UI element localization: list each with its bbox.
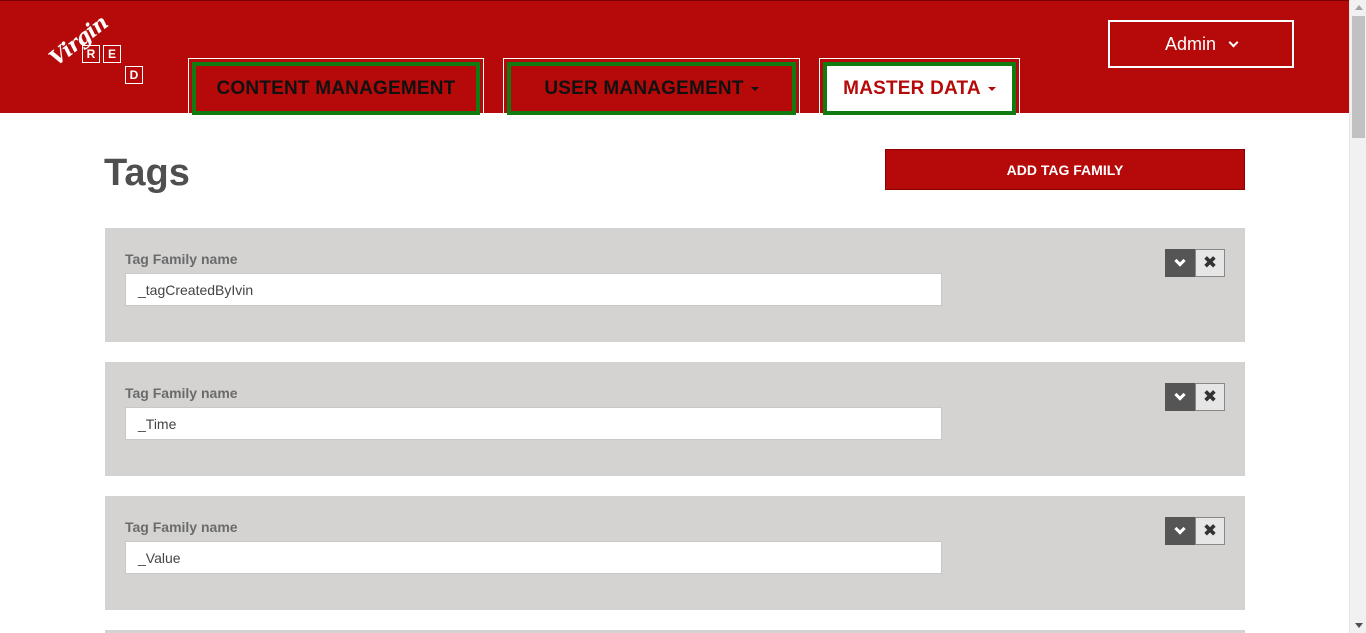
top-header: Virgin R E D CONTENT MANAGEMENT USER MAN…: [0, 0, 1349, 115]
tab-user-management[interactable]: USER MANAGEMENT: [503, 58, 800, 115]
tag-family-name-label: Tag Family name: [125, 519, 238, 535]
remove-button[interactable]: ✖: [1195, 249, 1225, 277]
tag-family-name-label: Tag Family name: [125, 251, 238, 267]
add-tag-family-button[interactable]: ADD TAG FAMILY: [885, 149, 1245, 190]
close-icon: ✖: [1202, 253, 1218, 272]
expand-button[interactable]: [1165, 383, 1195, 411]
tab-label: USER MANAGEMENT: [544, 77, 744, 99]
tab-user-management-button[interactable]: USER MANAGEMENT: [507, 62, 796, 115]
close-icon: ✖: [1202, 521, 1218, 540]
tab-content-management-button[interactable]: CONTENT MANAGEMENT: [192, 62, 480, 115]
tag-family-panel: Tag Family name _Value ✖: [105, 496, 1245, 610]
chevron-down-icon: [1174, 388, 1186, 401]
scroll-up-arrow-icon[interactable]: [1355, 5, 1363, 10]
tab-content-management[interactable]: CONTENT MANAGEMENT: [188, 58, 484, 115]
tab-master-data-button[interactable]: MASTER DATA: [823, 62, 1016, 115]
expand-button[interactable]: [1165, 249, 1195, 277]
user-menu-button[interactable]: Admin: [1108, 20, 1294, 68]
vertical-scrollbar[interactable]: [1349, 0, 1366, 633]
logo-letter-r: R: [82, 45, 100, 63]
tab-label: CONTENT MANAGEMENT: [216, 77, 456, 99]
remove-button[interactable]: ✖: [1195, 517, 1225, 545]
chevron-down-icon: [1174, 522, 1186, 535]
tag-family-name-input[interactable]: _Time: [125, 407, 942, 440]
tag-family-name-label: Tag Family name: [125, 385, 238, 401]
expand-button[interactable]: [1165, 517, 1195, 545]
virgin-red-logo[interactable]: Virgin R E D: [40, 9, 150, 88]
scrollbar-thumb[interactable]: [1352, 16, 1365, 138]
caret-down-icon: [987, 86, 996, 91]
tag-family-name-input[interactable]: _Value: [125, 541, 942, 574]
remove-button[interactable]: ✖: [1195, 383, 1225, 411]
logo-letter-e: E: [103, 45, 121, 63]
user-menu-label: Admin: [1164, 33, 1217, 54]
chevron-down-icon: [1228, 37, 1239, 47]
caret-down-icon: [750, 86, 759, 91]
tab-master-data[interactable]: MASTER DATA: [819, 58, 1020, 115]
scroll-down-arrow-icon[interactable]: [1355, 623, 1363, 628]
close-icon: ✖: [1202, 387, 1218, 406]
page-title: Tags: [104, 152, 190, 194]
tab-label: MASTER DATA: [843, 77, 981, 99]
tag-family-panel: Tag Family name _Time ✖: [105, 362, 1245, 476]
tag-family-panel: Tag Family name _tagCreatedByIvin ✖: [105, 228, 1245, 342]
logo-script: Virgin: [44, 9, 113, 71]
page-viewport: Virgin R E D CONTENT MANAGEMENT USER MAN…: [0, 0, 1349, 633]
tag-family-name-input[interactable]: _tagCreatedByIvin: [125, 273, 942, 306]
chevron-down-icon: [1174, 254, 1186, 267]
logo-letter-d: D: [125, 66, 143, 84]
